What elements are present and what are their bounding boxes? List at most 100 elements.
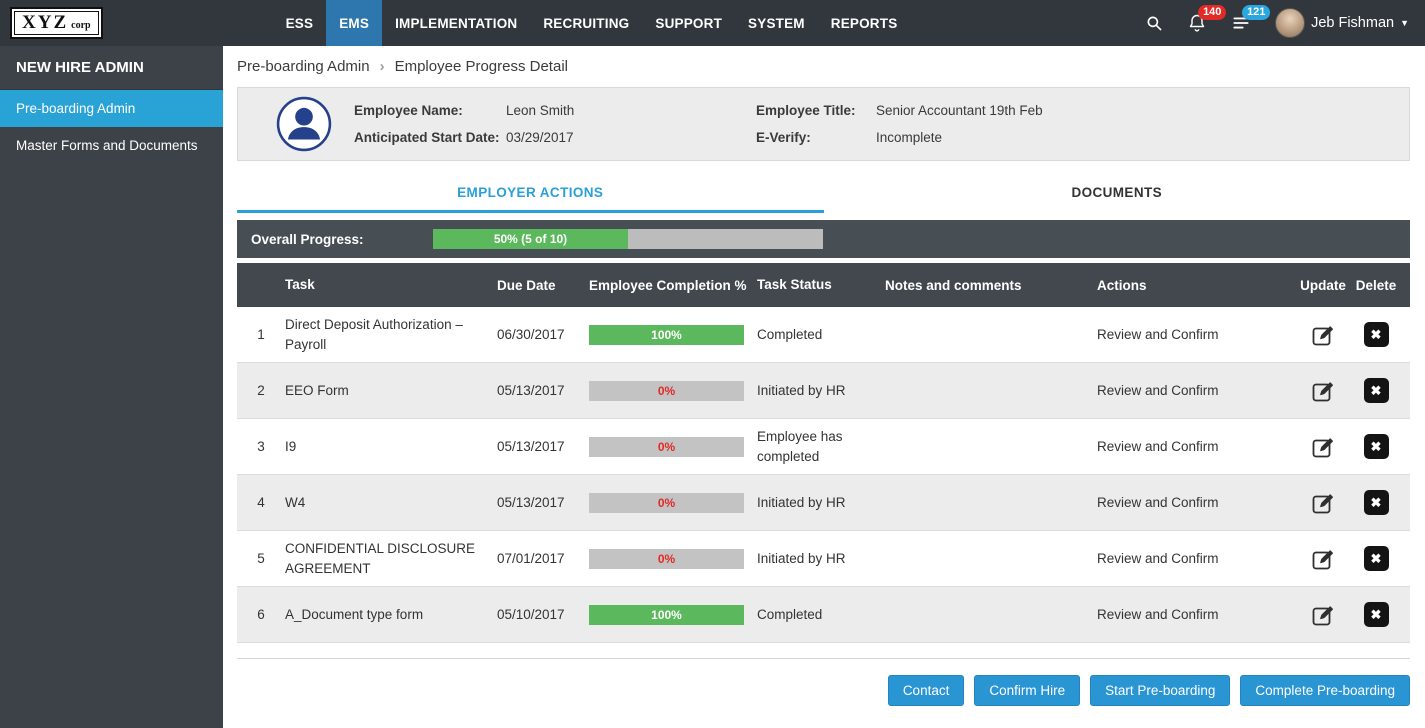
employee-summary-card: Employee Name: Leon Smith Employee Title… — [237, 87, 1410, 161]
header-completion: Employee Completion % — [589, 277, 747, 293]
breadcrumb-separator-icon: › — [379, 58, 385, 75]
header-task-status: Task Status — [757, 277, 832, 293]
search-icon[interactable] — [1145, 14, 1163, 32]
action-review-confirm[interactable]: Review and Confirm — [1097, 327, 1295, 342]
completion-bar: 0% — [589, 548, 744, 569]
tasks-table: Task Due Date Employee Completion % Task… — [237, 263, 1410, 660]
action-review-confirm[interactable]: Review and Confirm — [1097, 383, 1295, 398]
start-date-label: Anticipated Start Date: — [354, 130, 500, 145]
delete-icon[interactable]: ✖ — [1363, 602, 1389, 628]
overall-progress-label: Overall Progress: — [251, 231, 364, 247]
sidebar-item-preboarding-admin[interactable]: Pre-boarding Admin — [0, 90, 223, 127]
due-date: 07/01/2017 — [497, 551, 565, 567]
notifications-bell-icon[interactable]: 140 — [1187, 5, 1227, 33]
overall-progress-fill: 50% (5 of 10) — [433, 229, 628, 249]
detail-tabs: EMPLOYER ACTIONS DOCUMENTS — [237, 177, 1410, 213]
edit-icon[interactable] — [1310, 601, 1337, 628]
edit-icon[interactable] — [1310, 489, 1337, 516]
queue-list-icon[interactable]: 121 — [1231, 5, 1271, 33]
company-logo: XYZ corp — [10, 7, 103, 39]
header-due-date: Due Date — [497, 277, 556, 293]
breadcrumb: Pre-boarding Admin › Employee Progress D… — [237, 58, 1410, 75]
due-date: 05/13/2017 — [497, 495, 565, 511]
table-row: 1 Direct Deposit Authorization – Payroll… — [237, 307, 1410, 364]
header-update: Update — [1300, 277, 1346, 293]
sidebar-item-master-forms[interactable]: Master Forms and Documents — [0, 127, 223, 164]
employee-name-label: Employee Name: — [354, 103, 463, 118]
edit-icon[interactable] — [1310, 321, 1337, 348]
confirm-hire-button[interactable]: Confirm Hire — [974, 675, 1081, 707]
delete-icon[interactable]: ✖ — [1363, 546, 1389, 572]
contact-button[interactable]: Contact — [887, 675, 965, 707]
user-avatar — [1275, 8, 1306, 38]
due-date: 06/30/2017 — [497, 327, 565, 343]
task-name: I9 — [285, 438, 297, 454]
employee-title-label: Employee Title: — [756, 103, 856, 118]
header-notes: Notes and comments — [885, 277, 1022, 293]
complete-preboarding-button[interactable]: Complete Pre-boarding — [1240, 675, 1410, 707]
footer-action-buttons: Contact Confirm Hire Start Pre-boarding … — [237, 675, 1410, 707]
row-number: 3 — [257, 439, 265, 455]
nav-item-ess[interactable]: ESS — [273, 0, 327, 46]
edit-icon[interactable] — [1310, 433, 1337, 460]
edit-icon[interactable] — [1310, 545, 1337, 572]
queue-count-badge: 121 — [1242, 5, 1271, 20]
main-nav: ESS EMS IMPLEMENTATION RECRUITING SUPPOR… — [273, 0, 911, 46]
completion-text: 0% — [657, 439, 676, 454]
nav-item-ems[interactable]: EMS — [326, 0, 383, 46]
table-footer-spacer — [237, 643, 1410, 660]
sidebar-title: NEW HIRE ADMIN — [0, 46, 223, 90]
table-row: 2 EEO Form 05/13/2017 0% Initiated by HR… — [237, 363, 1410, 420]
action-review-confirm[interactable]: Review and Confirm — [1097, 551, 1295, 566]
nav-item-support[interactable]: SUPPORT — [642, 0, 735, 46]
table-header-row: Task Due Date Employee Completion % Task… — [237, 263, 1410, 307]
header-actions: Actions — [1097, 277, 1147, 293]
tab-employer-actions[interactable]: EMPLOYER ACTIONS — [237, 177, 824, 213]
task-status: Initiated by HR — [757, 551, 846, 567]
employee-fields: Employee Name: Leon Smith Employee Title… — [354, 103, 1393, 145]
completion-text: 0% — [657, 383, 676, 398]
user-menu[interactable]: Jeb Fishman ▼ — [1275, 8, 1409, 38]
topbar-right-controls: 140 121 Jeb Fishman ▼ — [1145, 5, 1409, 38]
task-status: Employee has completed — [757, 429, 843, 464]
table-row: 5 CONFIDENTIAL DISCLOSURE AGREEMENT 07/0… — [237, 531, 1410, 588]
everify-value: Incomplete — [876, 130, 943, 145]
start-date-value: 03/29/2017 — [506, 130, 574, 145]
task-status: Completed — [757, 326, 823, 342]
action-review-confirm[interactable]: Review and Confirm — [1097, 495, 1295, 510]
completion-text: 0% — [657, 495, 676, 510]
delete-icon[interactable]: ✖ — [1363, 490, 1389, 516]
action-review-confirm[interactable]: Review and Confirm — [1097, 607, 1295, 622]
nav-item-system[interactable]: SYSTEM — [735, 0, 818, 46]
sidebar: NEW HIRE ADMIN Pre-boarding Admin Master… — [0, 46, 223, 728]
edit-icon[interactable] — [1310, 377, 1337, 404]
notifications-count-badge: 140 — [1198, 5, 1227, 20]
overall-progress-strip: Overall Progress: 50% (5 of 10) — [237, 220, 1410, 258]
breadcrumb-current: Employee Progress Detail — [394, 58, 568, 75]
row-number: 4 — [257, 495, 265, 511]
employee-avatar-icon — [254, 96, 354, 152]
task-status: Initiated by HR — [757, 382, 846, 398]
start-preboarding-button[interactable]: Start Pre-boarding — [1090, 675, 1231, 707]
nav-item-recruiting[interactable]: RECRUITING — [530, 0, 642, 46]
nav-item-reports[interactable]: REPORTS — [818, 0, 911, 46]
tab-documents[interactable]: DOCUMENTS — [824, 177, 1411, 213]
delete-icon[interactable]: ✖ — [1363, 434, 1389, 460]
task-name: CONFIDENTIAL DISCLOSURE AGREEMENT — [285, 541, 476, 576]
nav-item-implementation[interactable]: IMPLEMENTATION — [382, 0, 530, 46]
completion-text: 0% — [657, 551, 676, 566]
task-name: A_Document type form — [285, 607, 424, 623]
delete-icon[interactable]: ✖ — [1363, 322, 1389, 348]
logo-text: XYZ — [22, 12, 69, 33]
task-name: Direct Deposit Authorization – Payroll — [285, 317, 463, 352]
action-review-confirm[interactable]: Review and Confirm — [1097, 439, 1295, 454]
header-task: Task — [285, 277, 315, 293]
overall-progress-bar: 50% (5 of 10) — [433, 229, 823, 249]
breadcrumb-parent[interactable]: Pre-boarding Admin — [237, 58, 370, 75]
due-date: 05/10/2017 — [497, 607, 565, 623]
delete-icon[interactable]: ✖ — [1363, 378, 1389, 404]
table-row: 4 W4 05/13/2017 0% Initiated by HR Revie… — [237, 475, 1410, 532]
employee-name-value: Leon Smith — [506, 103, 575, 118]
task-name: EEO Form — [285, 382, 349, 398]
completion-bar: 100% — [589, 324, 744, 345]
